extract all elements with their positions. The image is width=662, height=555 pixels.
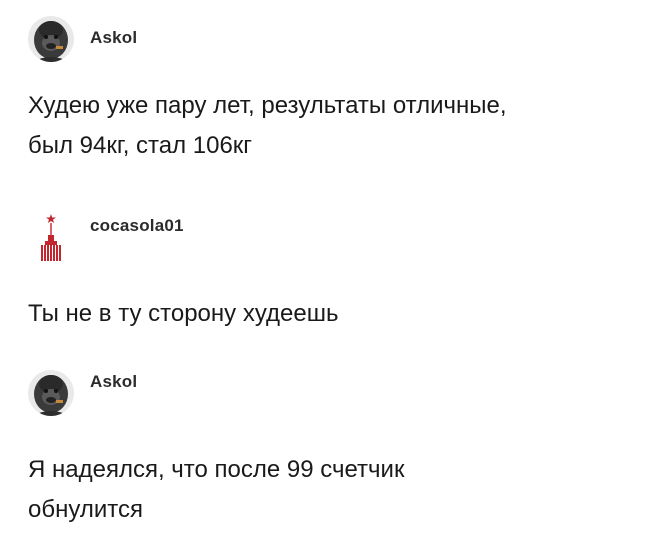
post-username[interactable]: Askol	[90, 372, 137, 392]
gorilla-avatar-icon[interactable]	[28, 16, 74, 62]
red-tower-avatar-icon[interactable]	[28, 212, 74, 262]
post-text: Я надеялся, что после 99 счетчик обнулит…	[28, 456, 405, 523]
post-text: Худею уже пару лет, результаты отличные,…	[28, 92, 507, 159]
post-username[interactable]: cocasola01	[90, 216, 184, 236]
post-username[interactable]: Askol	[90, 28, 137, 48]
post-text: Ты не в ту сторону худеешь	[28, 300, 339, 327]
gorilla-avatar-icon[interactable]	[28, 370, 74, 416]
